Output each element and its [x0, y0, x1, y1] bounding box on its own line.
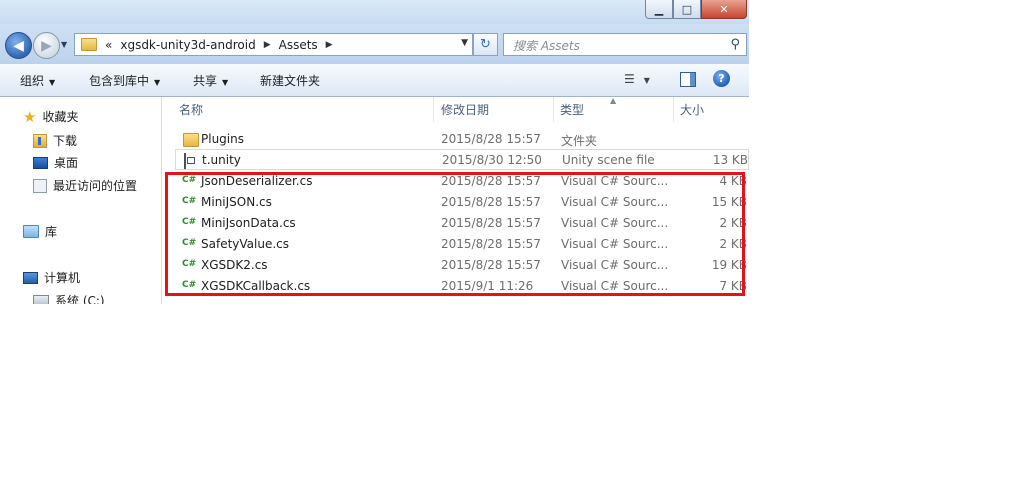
sort-indicator-icon: ▲ [610, 96, 617, 105]
nav-item-desktop[interactable]: 桌面 [33, 154, 78, 171]
column-divider[interactable] [553, 97, 554, 122]
include-in-library-button[interactable]: 包含到库中 ▼ [89, 72, 160, 89]
search-icon[interactable]: ⚲ [730, 37, 740, 52]
explorer-window: ▁ □ ✕ ◀ ▶ ▼ « xgsdk-unity3d-android ▶ As… [0, 0, 749, 304]
address-dropdown-icon[interactable]: ▼ [461, 38, 468, 48]
breadcrumb-overflow[interactable]: « [105, 38, 112, 52]
new-folder-button[interactable]: 新建文件夹 [260, 72, 320, 89]
file-name: Plugins [201, 132, 244, 146]
command-bar: 组织 ▼ 包含到库中 ▼ 共享 ▼ 新建文件夹 ☰ ▼ ? [0, 64, 749, 97]
file-type: 文件夹 [561, 134, 598, 148]
chevron-down-icon: ▼ [154, 78, 161, 87]
minimize-button[interactable]: ▁ [645, 0, 673, 19]
downloads-folder-icon [33, 133, 47, 148]
column-header-date[interactable]: 修改日期 [441, 97, 489, 122]
address-row: ◀ ▶ ▼ « xgsdk-unity3d-android ▶ Assets ▶… [0, 24, 749, 64]
file-row[interactable]: Plugins 2015/8/28 15:57 文件夹 [175, 129, 749, 150]
search-input[interactable]: 搜索 Assets ⚲ [503, 33, 747, 56]
breadcrumb-assets[interactable]: Assets [279, 38, 318, 52]
file-size: 13 KB [712, 153, 748, 167]
title-bar: ▁ □ ✕ [0, 0, 749, 24]
drive-icon [33, 295, 49, 304]
file-date: 2015/8/28 15:57 [441, 132, 541, 146]
preview-pane-button[interactable] [680, 72, 696, 87]
computer-icon [23, 271, 38, 284]
chevron-down-icon: ▼ [49, 78, 56, 87]
chevron-down-icon: ▼ [222, 78, 229, 87]
help-button[interactable]: ? [713, 70, 730, 87]
column-header-size[interactable]: 大小 [680, 97, 704, 122]
column-header-type[interactable]: 类型 [560, 97, 584, 122]
search-placeholder: 搜索 Assets [513, 39, 580, 53]
column-divider[interactable] [673, 97, 674, 122]
unity-file-icon [184, 153, 186, 169]
navigation-pane: ★ 收藏夹 下载 桌面 最近访问的位置 库 计算机 系统 (C:) [0, 97, 162, 304]
folder-icon [183, 133, 199, 147]
breadcrumb-xgsdk-unity3d-android[interactable]: xgsdk-unity3d-android [120, 38, 255, 52]
desktop-icon [33, 156, 48, 169]
nav-item-libraries[interactable]: 库 [23, 223, 57, 240]
nav-item-recent[interactable]: 最近访问的位置 [33, 177, 137, 194]
address-bar[interactable]: « xgsdk-unity3d-android ▶ Assets ▶ ▼ [74, 33, 473, 56]
nav-item-favorites[interactable]: ★ 收藏夹 [23, 108, 78, 125]
chevron-down-icon: ▼ [643, 76, 650, 85]
close-button[interactable]: ✕ [701, 0, 747, 19]
recent-places-icon [33, 178, 47, 193]
breadcrumb-chevron-icon[interactable]: ▶ [264, 40, 271, 50]
share-button[interactable]: 共享 ▼ [193, 72, 228, 89]
library-icon [23, 225, 39, 238]
star-icon: ★ [23, 107, 37, 126]
folder-icon [81, 38, 97, 51]
view-options-button[interactable]: ☰ ▼ [624, 72, 650, 86]
forward-button[interactable]: ▶ [33, 32, 60, 59]
recent-pages-dropdown-icon[interactable]: ▼ [61, 40, 67, 49]
file-name: t.unity [202, 153, 241, 167]
file-date: 2015/8/30 12:50 [442, 153, 542, 167]
view-list-icon: ☰ [624, 72, 635, 86]
highlight-box [165, 172, 745, 296]
nav-item-computer[interactable]: 计算机 [23, 269, 80, 286]
file-row[interactable]: t.unity 2015/8/30 12:50 Unity scene file… [175, 149, 749, 170]
maximize-button[interactable]: □ [673, 0, 701, 19]
refresh-button[interactable]: ↻ [473, 33, 498, 56]
breadcrumb-chevron-icon[interactable]: ▶ [326, 40, 333, 50]
organize-button[interactable]: 组织 ▼ [20, 72, 55, 89]
column-header-name[interactable]: 名称 [179, 97, 203, 122]
column-divider[interactable] [433, 97, 434, 122]
file-type: Unity scene file [562, 153, 655, 167]
nav-item-drive-c[interactable]: 系统 (C:) [33, 292, 105, 304]
nav-item-downloads[interactable]: 下载 [33, 132, 77, 149]
back-button[interactable]: ◀ [5, 32, 32, 59]
